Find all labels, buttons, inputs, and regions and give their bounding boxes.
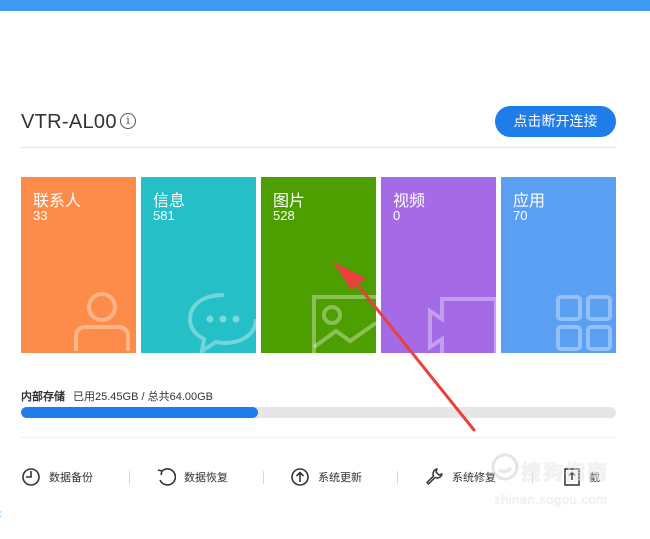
action-label: 系统修复	[452, 472, 496, 484]
action-label: 系统更新	[318, 472, 362, 484]
tile-count: 528	[273, 208, 295, 223]
storage-title: 内部存储	[21, 391, 65, 403]
screenshot-icon	[564, 468, 580, 486]
action-separator	[129, 471, 130, 484]
contact-icon	[74, 292, 130, 351]
restore-button[interactable]: 数据恢复	[156, 464, 228, 490]
upload-icon	[291, 468, 309, 486]
message-icon	[187, 293, 256, 353]
action-separator	[263, 471, 264, 484]
repair-button[interactable]: 系统修复	[424, 464, 496, 490]
update-button[interactable]: 系统更新	[290, 464, 362, 490]
backup-icon	[22, 468, 40, 486]
action-bar: 数据备份 数据恢复 系统更新 系统修复 截	[21, 464, 621, 490]
video-icon	[428, 297, 496, 353]
screenshot-button[interactable]: 截	[563, 464, 600, 490]
category-tiles: 联系人 33 信息 581 图片 528 视频 0 应用 70	[21, 177, 616, 353]
restore-icon	[157, 468, 176, 486]
top-bar	[0, 0, 650, 11]
action-label: 数据备份	[49, 472, 93, 484]
tile-messages[interactable]: 信息 581	[141, 177, 256, 353]
info-icon[interactable]: i	[120, 113, 136, 129]
device-name: VTR-AL00	[21, 111, 117, 133]
tile-count: 0	[393, 208, 401, 223]
action-separator	[397, 471, 398, 484]
storage-progress-fill	[21, 407, 258, 418]
image-icon	[312, 295, 376, 353]
device-header: VTR-AL00 i 点击断开连接	[21, 104, 616, 140]
tile-count: 581	[153, 208, 175, 223]
action-label: 数据恢复	[184, 472, 228, 484]
storage-label: 内部存储 已用25.45GB / 总共64.00GB	[21, 388, 213, 404]
back-chevron-icon[interactable]: ‹	[0, 505, 2, 521]
watermark-url: zhinan.sogou.com	[494, 492, 608, 507]
tile-apps[interactable]: 应用 70	[501, 177, 616, 353]
action-separator	[532, 471, 533, 484]
tile-images[interactable]: 图片 528	[261, 177, 376, 353]
storage-progress	[21, 407, 616, 418]
tile-videos[interactable]: 视频 0	[381, 177, 496, 353]
action-label: 截	[589, 472, 600, 484]
tile-count: 70	[513, 208, 528, 223]
header-divider	[21, 147, 616, 148]
wrench-icon	[426, 468, 443, 485]
tile-contacts[interactable]: 联系人 33	[21, 177, 136, 353]
actions-divider	[21, 437, 616, 438]
apps-icon	[556, 295, 612, 351]
storage-detail: 已用25.45GB / 总共64.00GB	[73, 391, 214, 403]
disconnect-button[interactable]: 点击断开连接	[495, 106, 616, 137]
tile-count: 33	[33, 208, 48, 223]
backup-button[interactable]: 数据备份	[21, 464, 93, 490]
